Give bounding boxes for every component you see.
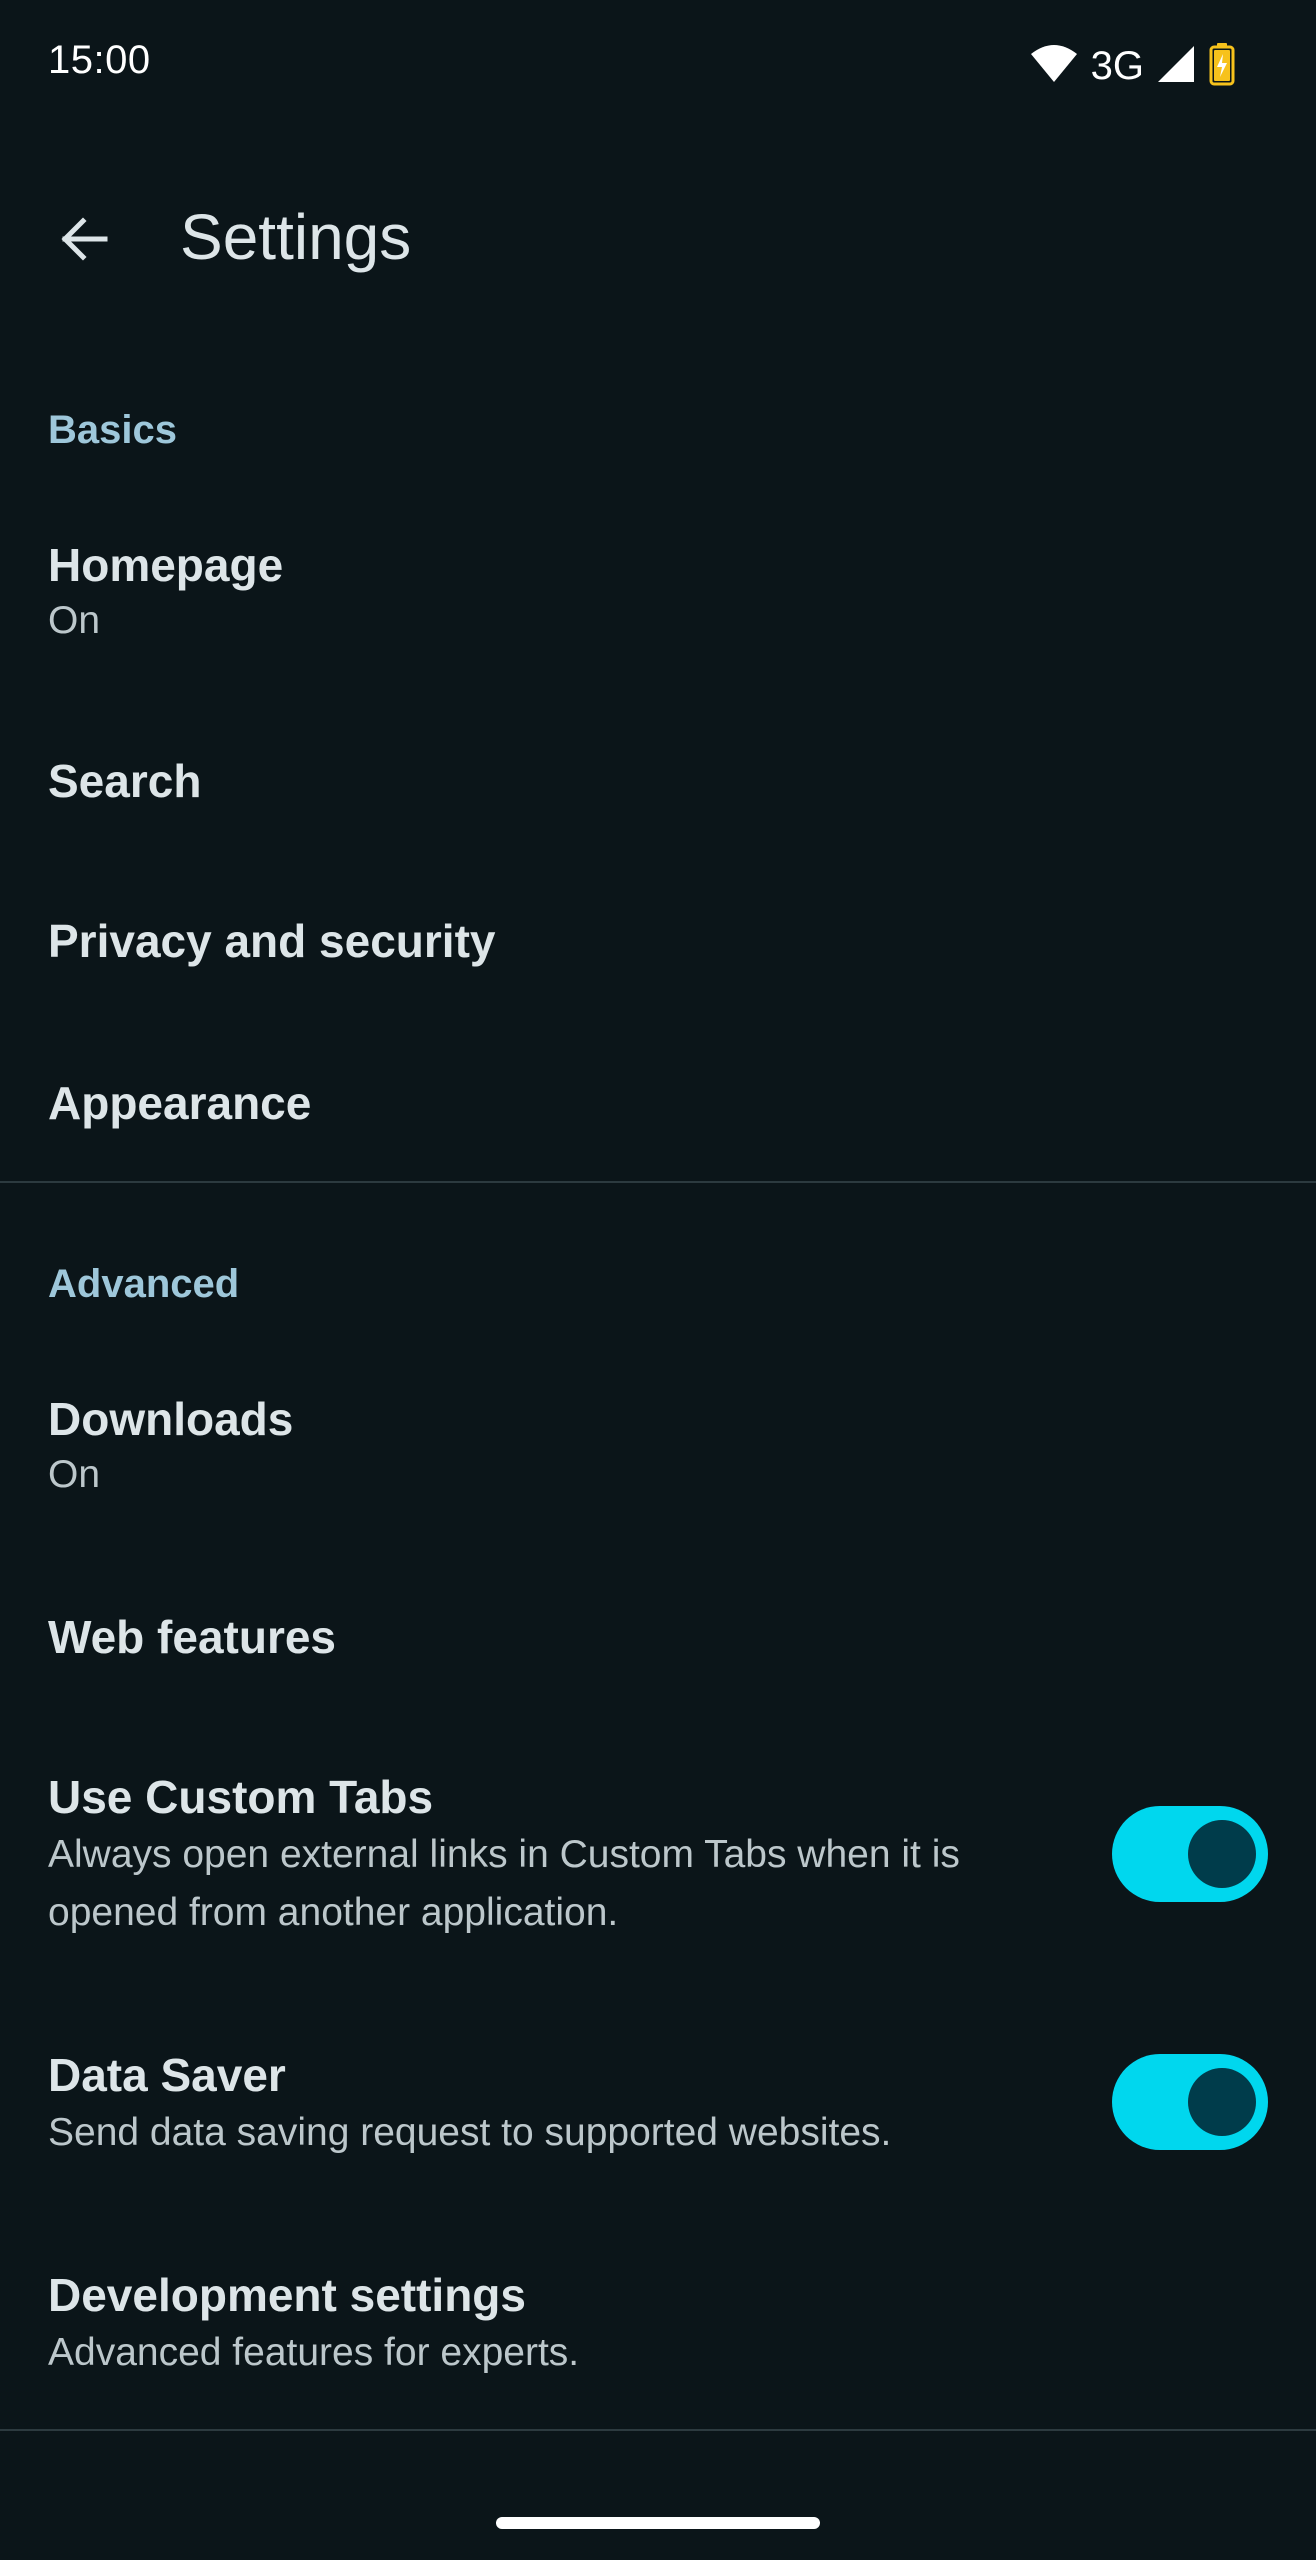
pref-title: Privacy and security	[48, 915, 496, 967]
pref-downloads[interactable]: Downloads On	[0, 1364, 1316, 1534]
network-type-label: 3G	[1090, 44, 1144, 88]
status-icons: 3G	[1029, 40, 1236, 92]
pref-development-settings[interactable]: Development settings Advanced features f…	[0, 2230, 1316, 2420]
pref-data-saver[interactable]: Data Saver Send data saving request to s…	[0, 2010, 1316, 2200]
section-header-advanced: Advanced	[48, 1262, 240, 1306]
gesture-nav-handle[interactable]	[496, 2517, 820, 2529]
pref-summary: On	[48, 599, 101, 642]
pref-title: Development settings	[48, 2269, 526, 2321]
pref-privacy-and-security[interactable]: Privacy and security	[0, 880, 1316, 1000]
pref-title: Homepage	[48, 539, 284, 591]
status-time: 15:00	[48, 38, 151, 82]
section-header-basics: Basics	[48, 408, 177, 452]
pref-search[interactable]: Search	[0, 720, 1316, 840]
toggle-thumb	[1188, 1820, 1256, 1888]
toggle-thumb	[1188, 2068, 1256, 2136]
pref-summary: Always open external links in Custom Tab…	[48, 1833, 960, 1934]
pref-summary: Advanced features for experts.	[48, 2331, 580, 2374]
section-divider	[0, 1181, 1316, 1183]
arrow-back-icon	[57, 213, 109, 270]
section-divider	[0, 2429, 1316, 2431]
status-bar: 15:00 3G	[0, 0, 1316, 136]
pref-title: Downloads	[48, 1393, 294, 1445]
pref-title: Web features	[48, 1611, 337, 1663]
pref-title: Appearance	[48, 1077, 312, 1129]
data-saver-toggle[interactable]	[1112, 2054, 1268, 2150]
wifi-icon	[1029, 44, 1079, 89]
pref-web-features[interactable]: Web features	[0, 1574, 1316, 1694]
signal-icon	[1156, 44, 1196, 89]
page-title: Settings	[180, 201, 412, 273]
pref-homepage[interactable]: Homepage On	[0, 510, 1316, 680]
pref-title: Use Custom Tabs	[48, 1771, 434, 1823]
pref-appearance[interactable]: Appearance	[0, 1040, 1316, 1160]
pref-summary: On	[48, 1453, 101, 1496]
pref-summary: Send data saving request to supported we…	[48, 2111, 892, 2154]
back-button[interactable]	[38, 196, 128, 286]
battery-charging-icon	[1208, 42, 1236, 91]
app-bar: Settings	[0, 160, 1316, 310]
pref-title: Search	[48, 755, 202, 807]
pref-use-custom-tabs[interactable]: Use Custom Tabs Always open external lin…	[0, 1730, 1316, 1970]
pref-title: Data Saver	[48, 2049, 286, 2101]
custom-tabs-toggle[interactable]	[1112, 1806, 1268, 1902]
